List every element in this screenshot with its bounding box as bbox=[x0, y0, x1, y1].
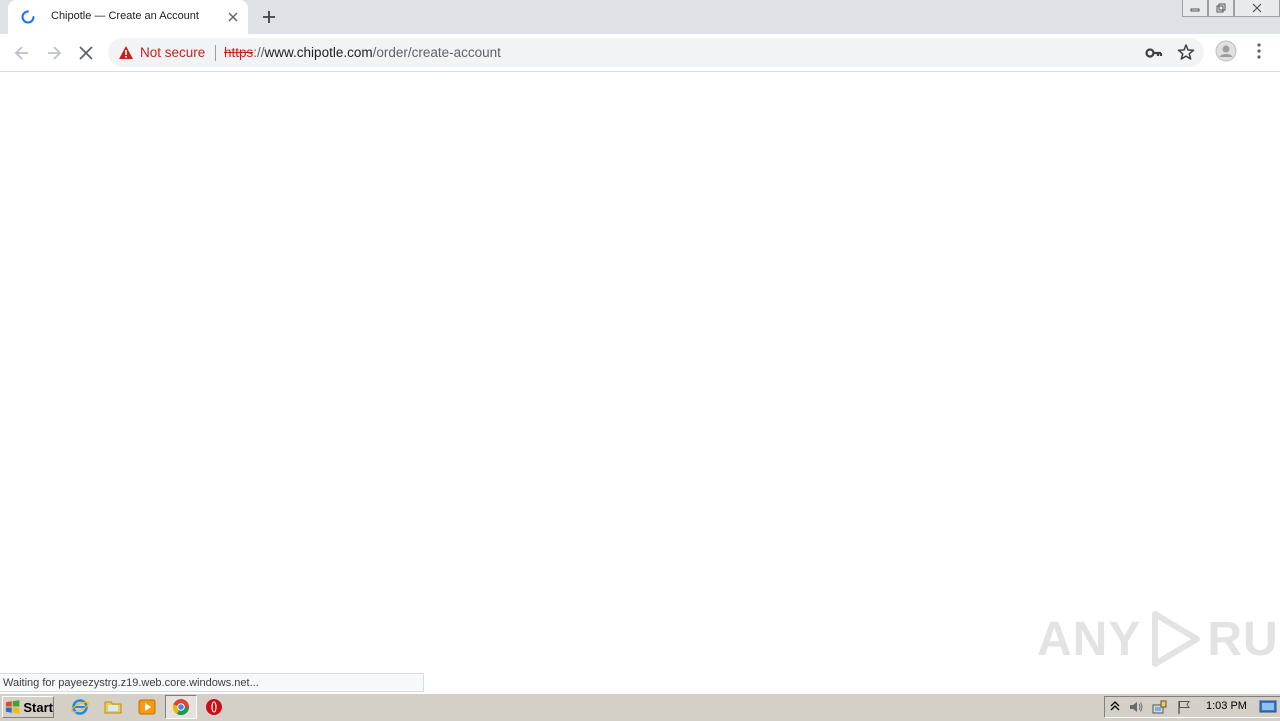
start-button[interactable]: Start bbox=[2, 696, 54, 718]
speaker-volume-icon[interactable] bbox=[1128, 699, 1144, 715]
tab-title: Chipotle — Create an Account bbox=[51, 10, 199, 22]
watermark-text-right: RUN bbox=[1207, 612, 1280, 666]
profile-avatar-icon[interactable] bbox=[1215, 40, 1237, 62]
restore-icon bbox=[1216, 3, 1226, 13]
address-bar[interactable]: Not secure https://www.chipotle.com/orde… bbox=[108, 38, 1204, 67]
restore-button[interactable] bbox=[1208, 0, 1234, 17]
show-hidden-icons-icon[interactable] bbox=[1108, 699, 1122, 713]
close-tab-icon[interactable] bbox=[225, 9, 241, 25]
more-menu-icon[interactable] bbox=[1251, 42, 1267, 60]
key-icon[interactable] bbox=[1145, 45, 1163, 61]
taskbar: Start 1:03 PM bbox=[0, 693, 1280, 721]
internet-explorer-icon[interactable] bbox=[71, 698, 89, 716]
not-secure-label[interactable]: Not secure bbox=[140, 45, 205, 60]
close-window-button[interactable] bbox=[1234, 0, 1280, 17]
chrome-taskbar-button[interactable] bbox=[165, 695, 197, 719]
close-icon bbox=[1252, 3, 1262, 13]
url-host: www.chipotle.com bbox=[264, 45, 373, 60]
play-logo-icon bbox=[1152, 611, 1201, 667]
show-desktop-icon[interactable] bbox=[1259, 699, 1277, 715]
url-scheme: https bbox=[224, 45, 254, 60]
stop-loading-icon[interactable] bbox=[76, 43, 96, 63]
anyrun-watermark: ANY RUN bbox=[1037, 608, 1280, 670]
loading-spinner-icon bbox=[21, 10, 35, 24]
tab-chipotle[interactable]: Chipotle — Create an Account bbox=[8, 0, 248, 34]
warning-triangle-icon[interactable] bbox=[118, 45, 134, 60]
minimize-icon bbox=[1190, 8, 1200, 12]
opera-icon[interactable] bbox=[205, 698, 223, 716]
status-bubble: Waiting for payeezystrg.z19.web.core.win… bbox=[0, 673, 424, 692]
minimize-button[interactable] bbox=[1182, 0, 1208, 17]
tab-strip: Chipotle — Create an Account bbox=[0, 0, 1280, 34]
window-controls bbox=[1182, 0, 1280, 18]
start-label: Start bbox=[23, 699, 53, 715]
network-icon[interactable] bbox=[1152, 699, 1168, 715]
bookmark-star-icon[interactable] bbox=[1177, 43, 1195, 61]
url-path: /order/create-account bbox=[372, 45, 501, 60]
url-separator: :// bbox=[253, 45, 265, 60]
windows-logo-icon bbox=[5, 700, 20, 714]
new-tab-plus-icon[interactable] bbox=[260, 8, 278, 26]
chrome-icon bbox=[172, 699, 189, 716]
taskbar-clock[interactable]: 1:03 PM bbox=[1206, 700, 1247, 712]
media-player-icon[interactable] bbox=[138, 698, 156, 716]
action-center-flag-icon[interactable] bbox=[1176, 699, 1192, 715]
omnibox-divider bbox=[215, 45, 216, 61]
browser-toolbar: Not secure https://www.chipotle.com/orde… bbox=[0, 34, 1280, 72]
watermark-text-left: ANY bbox=[1037, 612, 1142, 666]
forward-arrow-icon[interactable] bbox=[44, 43, 64, 63]
back-arrow-icon[interactable] bbox=[12, 43, 32, 63]
page-content bbox=[0, 72, 1280, 692]
url-text[interactable]: https://www.chipotle.com/order/create-ac… bbox=[224, 45, 501, 60]
folder-icon[interactable] bbox=[104, 698, 122, 716]
